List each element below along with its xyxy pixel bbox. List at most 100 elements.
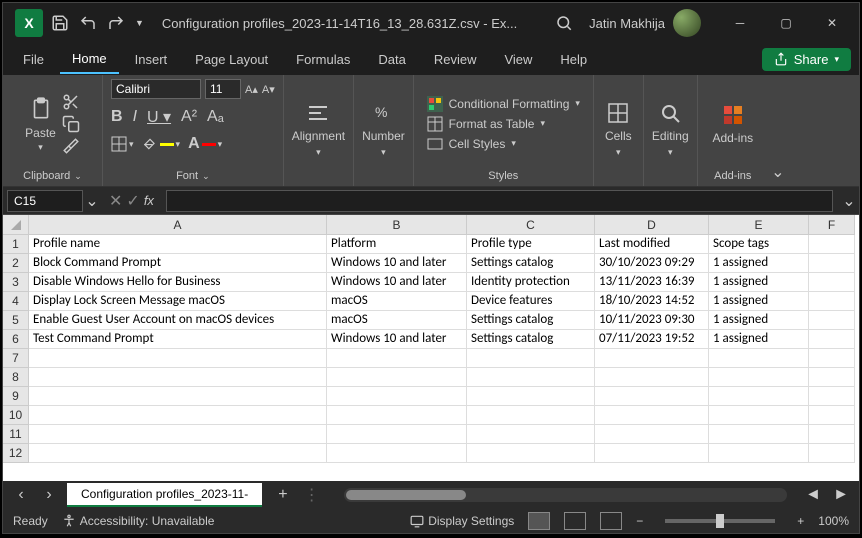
cell-E12[interactable] [709,444,809,463]
cell-D12[interactable] [595,444,709,463]
cell-F3[interactable] [809,273,855,292]
font-color-button[interactable]: A▾ [188,135,222,153]
cell-A7[interactable] [29,349,327,368]
cell-D11[interactable] [595,425,709,444]
addins-button[interactable]: Add-ins [712,103,753,145]
menu-file[interactable]: File [11,46,56,73]
copy-icon[interactable] [62,115,80,133]
cell-A12[interactable] [29,444,327,463]
cell-B12[interactable] [327,444,467,463]
menu-view[interactable]: View [492,46,544,73]
cell-C11[interactable] [467,425,595,444]
cell-A11[interactable] [29,425,327,444]
zoom-in-button[interactable]: + [797,514,804,528]
cell-C3[interactable]: Identity protection [467,273,595,292]
cell-C7[interactable] [467,349,595,368]
borders-button[interactable]: ▾ [111,136,134,152]
redo-icon[interactable] [107,14,125,32]
cell-E6[interactable]: 1 assigned [709,330,809,349]
column-header-E[interactable]: E [709,215,809,235]
column-header-F[interactable]: F [809,215,855,235]
undo-icon[interactable] [79,14,97,32]
row-header-3[interactable]: 3 [3,273,29,292]
menu-page-layout[interactable]: Page Layout [183,46,280,73]
page-layout-view-button[interactable] [564,512,586,530]
editing-button[interactable]: Editing▾ [652,101,689,158]
cell-F5[interactable] [809,311,855,330]
cell-F2[interactable] [809,254,855,273]
ribbon-options-icon[interactable]: ⌄ [771,162,784,182]
cell-A9[interactable] [29,387,327,406]
cell-B2[interactable]: Windows 10 and later [327,254,467,273]
cell-C9[interactable] [467,387,595,406]
cells-button[interactable]: Cells▾ [605,101,632,158]
cell-D9[interactable] [595,387,709,406]
bold-button[interactable]: B [111,108,123,126]
cell-E11[interactable] [709,425,809,444]
cell-C10[interactable] [467,406,595,425]
column-header-A[interactable]: A [29,215,327,235]
cell-C12[interactable] [467,444,595,463]
select-all-corner[interactable] [3,215,29,235]
cell-F11[interactable] [809,425,855,444]
cell-B10[interactable] [327,406,467,425]
row-header-2[interactable]: 2 [3,254,29,273]
number-format-button[interactable]: %Number▾ [362,101,405,158]
cell-F12[interactable] [809,444,855,463]
cell-A10[interactable] [29,406,327,425]
cell-C1[interactable]: Profile type [467,235,595,254]
cell-E8[interactable] [709,368,809,387]
cell-B5[interactable]: macOS [327,311,467,330]
minimize-button[interactable]: ─ [717,7,763,39]
sheet-nav-prev[interactable]: ‹ [11,486,31,504]
underline-button[interactable]: U ▾ [147,107,171,127]
cell-E9[interactable] [709,387,809,406]
decrease-font-icon[interactable]: A▾ [262,83,275,96]
zoom-level[interactable]: 100% [818,514,849,528]
cell-A5[interactable]: Enable Guest User Account on macOS devic… [29,311,327,330]
format-as-table-button[interactable]: Format as Table ▾ [427,116,580,132]
user-account[interactable]: Jatin Makhija [589,9,701,37]
enter-formula-icon[interactable]: ✓ [126,191,139,211]
cell-D1[interactable]: Last modified [595,235,709,254]
cell-B4[interactable]: macOS [327,292,467,311]
horizontal-scrollbar[interactable] [344,488,787,502]
cell-B6[interactable]: Windows 10 and later [327,330,467,349]
cell-D5[interactable]: 10/11/2023 09:30 [595,311,709,330]
row-header-5[interactable]: 5 [3,311,29,330]
cell-D4[interactable]: 18/10/2023 14:52 [595,292,709,311]
cell-F7[interactable] [809,349,855,368]
font-size-select[interactable] [205,79,241,99]
menu-home[interactable]: Home [60,45,119,74]
menu-data[interactable]: Data [366,46,417,73]
cell-E7[interactable] [709,349,809,368]
cell-C2[interactable]: Settings catalog [467,254,595,273]
name-box[interactable] [7,190,83,212]
formula-bar[interactable] [166,190,833,212]
row-header-4[interactable]: 4 [3,292,29,311]
cell-E2[interactable]: 1 assigned [709,254,809,273]
row-header-10[interactable]: 10 [3,406,29,425]
cut-icon[interactable] [62,93,80,111]
menu-help[interactable]: Help [548,46,599,73]
search-icon[interactable] [555,14,573,32]
zoom-out-button[interactable]: − [636,514,643,528]
add-sheet-button[interactable]: + [278,486,287,504]
cell-C4[interactable]: Device features [467,292,595,311]
tab-divider-icon[interactable]: ⋮ [304,485,320,505]
close-button[interactable]: ✕ [809,7,855,39]
scroll-right-icon[interactable]: ► [831,486,851,504]
cancel-formula-icon[interactable]: ✕ [109,191,122,211]
cell-A4[interactable]: Display Lock Screen Message macOS [29,292,327,311]
italic-button[interactable]: I [133,108,137,126]
cell-A6[interactable]: Test Command Prompt [29,330,327,349]
share-button[interactable]: Share▾ [762,48,851,71]
cell-F1[interactable] [809,235,855,254]
sheet-nav-next[interactable]: › [39,486,59,504]
conditional-formatting-button[interactable]: Conditional Formatting ▾ [427,96,580,112]
cell-styles-button[interactable]: Cell Styles ▾ [427,136,580,152]
row-header-12[interactable]: 12 [3,444,29,463]
cell-F8[interactable] [809,368,855,387]
scroll-left-icon[interactable]: ◄ [803,486,823,504]
cell-B11[interactable] [327,425,467,444]
